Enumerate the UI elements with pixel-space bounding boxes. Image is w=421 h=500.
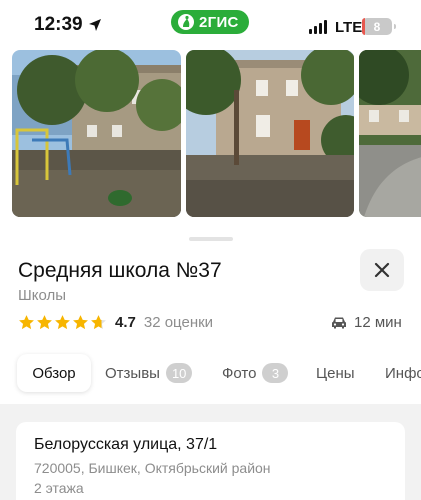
details-area: Белорусская улица, 37/1 720005, Бишкек, … (0, 404, 421, 500)
tab-label: Обзор (32, 364, 76, 382)
battery-icon: 8 (362, 18, 396, 35)
rating-row[interactable]: 4.7 32 оценки (18, 312, 213, 332)
rating-value: 4.7 (115, 313, 136, 331)
travel-time-label: 12 мин (354, 313, 402, 331)
place-card-sheet: Средняя школа №37 Школы 4.7 32 оценки 12… (0, 230, 421, 500)
tab-photos[interactable]: Фото 3 (222, 354, 289, 392)
place-category: Школы (18, 287, 67, 304)
tab-label: Инфо (385, 364, 421, 382)
tab-prices[interactable]: Цены (316, 354, 355, 392)
cell-signal-icon (309, 20, 327, 34)
place-title: Средняя школа №37 (18, 259, 222, 282)
reviews-count: 32 оценки (143, 313, 214, 331)
close-icon (374, 262, 390, 278)
star-icon (55, 314, 70, 329)
address-city: 720005, Бишкек, Октябрьский район (34, 460, 271, 476)
tab-bar: Обзор Отзывы 10 Фото 3 Цены Инфо (0, 354, 421, 392)
rating-stars (18, 314, 107, 331)
tab-label: Отзывы (105, 364, 160, 382)
2gis-logo-icon (178, 14, 194, 30)
photos-badge: 3 (262, 363, 289, 383)
star-icon (37, 314, 52, 329)
close-button[interactable] (360, 249, 404, 291)
status-time: 12:39 (34, 14, 83, 35)
sheet-grabber[interactable] (189, 237, 233, 241)
tab-label: Фото (222, 364, 257, 382)
brand-logo[interactable]: 2ГИС (171, 10, 249, 34)
tab-reviews[interactable]: Отзывы 10 (105, 354, 193, 392)
star-icon (91, 314, 106, 329)
photo-gallery[interactable] (0, 50, 421, 230)
travel-time[interactable]: 12 мин (331, 312, 402, 332)
tab-label: Цены (316, 364, 355, 382)
star-icon (73, 314, 88, 329)
battery-level (362, 18, 365, 35)
network-type: LTE (335, 19, 363, 36)
status-bar: 12:39 2ГИС LTE 8 (0, 0, 421, 50)
gallery-photo[interactable] (12, 50, 181, 217)
battery-percent: 8 (373, 19, 381, 34)
tab-info[interactable]: Инфо (385, 354, 421, 392)
gallery-photo[interactable] (186, 50, 354, 217)
address-card[interactable]: Белорусская улица, 37/1 720005, Бишкек, … (16, 422, 405, 500)
star-icon (19, 314, 34, 329)
location-arrow-icon (89, 19, 101, 31)
gallery-photo[interactable] (359, 50, 421, 217)
address-floors: 2 этажа (34, 480, 84, 496)
address-street: Белорусская улица, 37/1 (34, 436, 218, 453)
reviews-badge: 10 (165, 363, 193, 383)
tab-overview[interactable]: Обзор (17, 354, 91, 392)
car-icon (332, 317, 346, 328)
brand-name: 2ГИС (199, 13, 239, 31)
